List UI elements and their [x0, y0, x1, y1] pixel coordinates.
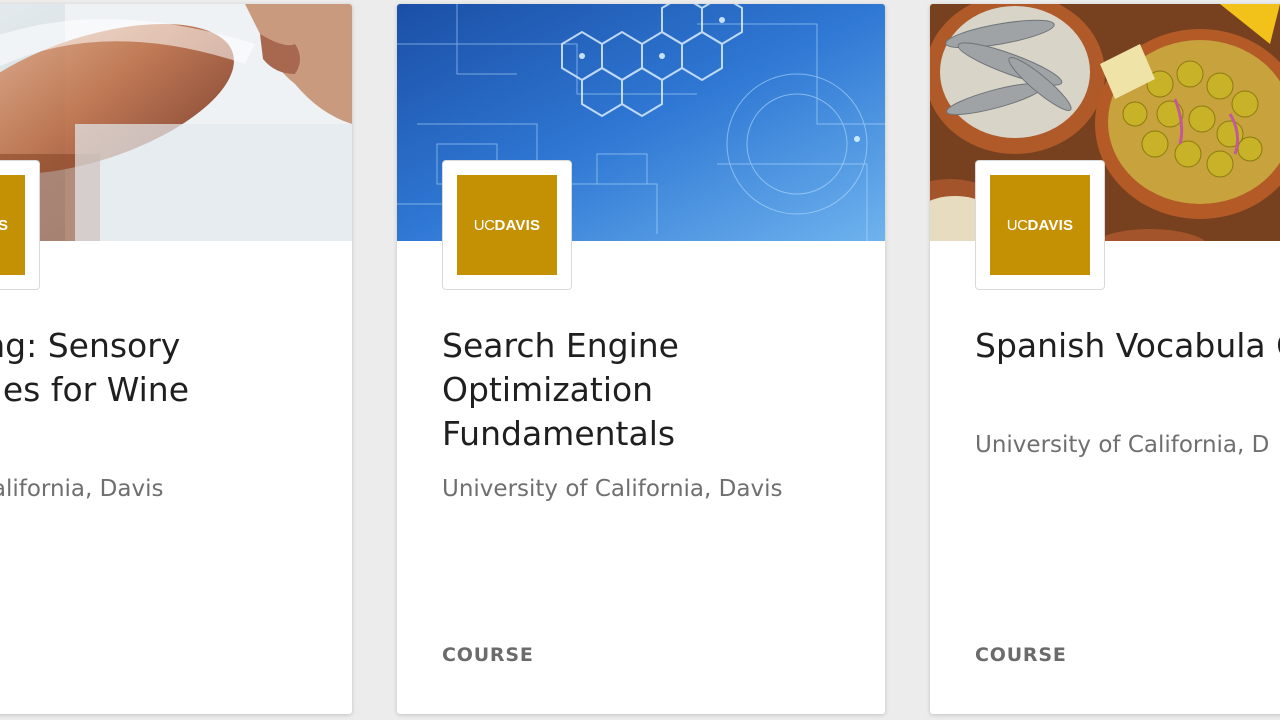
uc-davis-logo: UCDAVIS [0, 175, 25, 275]
logo-name: DAVIS [494, 216, 541, 234]
logo-prefix: UC [1006, 216, 1028, 234]
course-type-label: COURSE [442, 644, 534, 666]
course-card-wine-tasting[interactable]: UCDAVIS Tasting: Sensory hniques for Win… [0, 4, 352, 714]
course-card-spanish-vocabulary[interactable]: UCDAVIS Spanish Vocabula Cultural Experi… [930, 4, 1280, 714]
course-partner: University of California, Davis [442, 476, 783, 502]
uc-davis-logo: UCDAVIS [457, 175, 557, 275]
course-partner: University of California, D [975, 432, 1270, 458]
partner-logo-box: UCDAVIS [0, 160, 40, 290]
course-card-seo-fundamentals[interactable]: UC DAVIS Search Engine Optimization Funda… [397, 4, 885, 714]
partner-logo-box: UCDAVIS [975, 160, 1105, 290]
course-title[interactable]: Spanish Vocabula Cultural Experienc [975, 324, 1280, 368]
logo-prefix: UC [473, 216, 495, 234]
logo-name: DAVIS [0, 216, 9, 234]
course-partner: ity of California, Davis [0, 476, 164, 502]
course-title[interactable]: Search Engine Optimization Fundamentals [442, 324, 862, 456]
course-title[interactable]: Tasting: Sensory hniques for Wine ysis [0, 324, 330, 456]
uc-davis-logo: UCDAVIS [990, 175, 1090, 275]
course-type-label: COURSE [975, 644, 1067, 666]
logo-name: DAVIS [1027, 216, 1074, 234]
partner-logo-box: UCDAVIS [442, 160, 572, 290]
course-image-wine [0, 4, 352, 241]
course-carousel: UCDAVIS Tasting: Sensory hniques for Win… [0, 0, 1280, 720]
